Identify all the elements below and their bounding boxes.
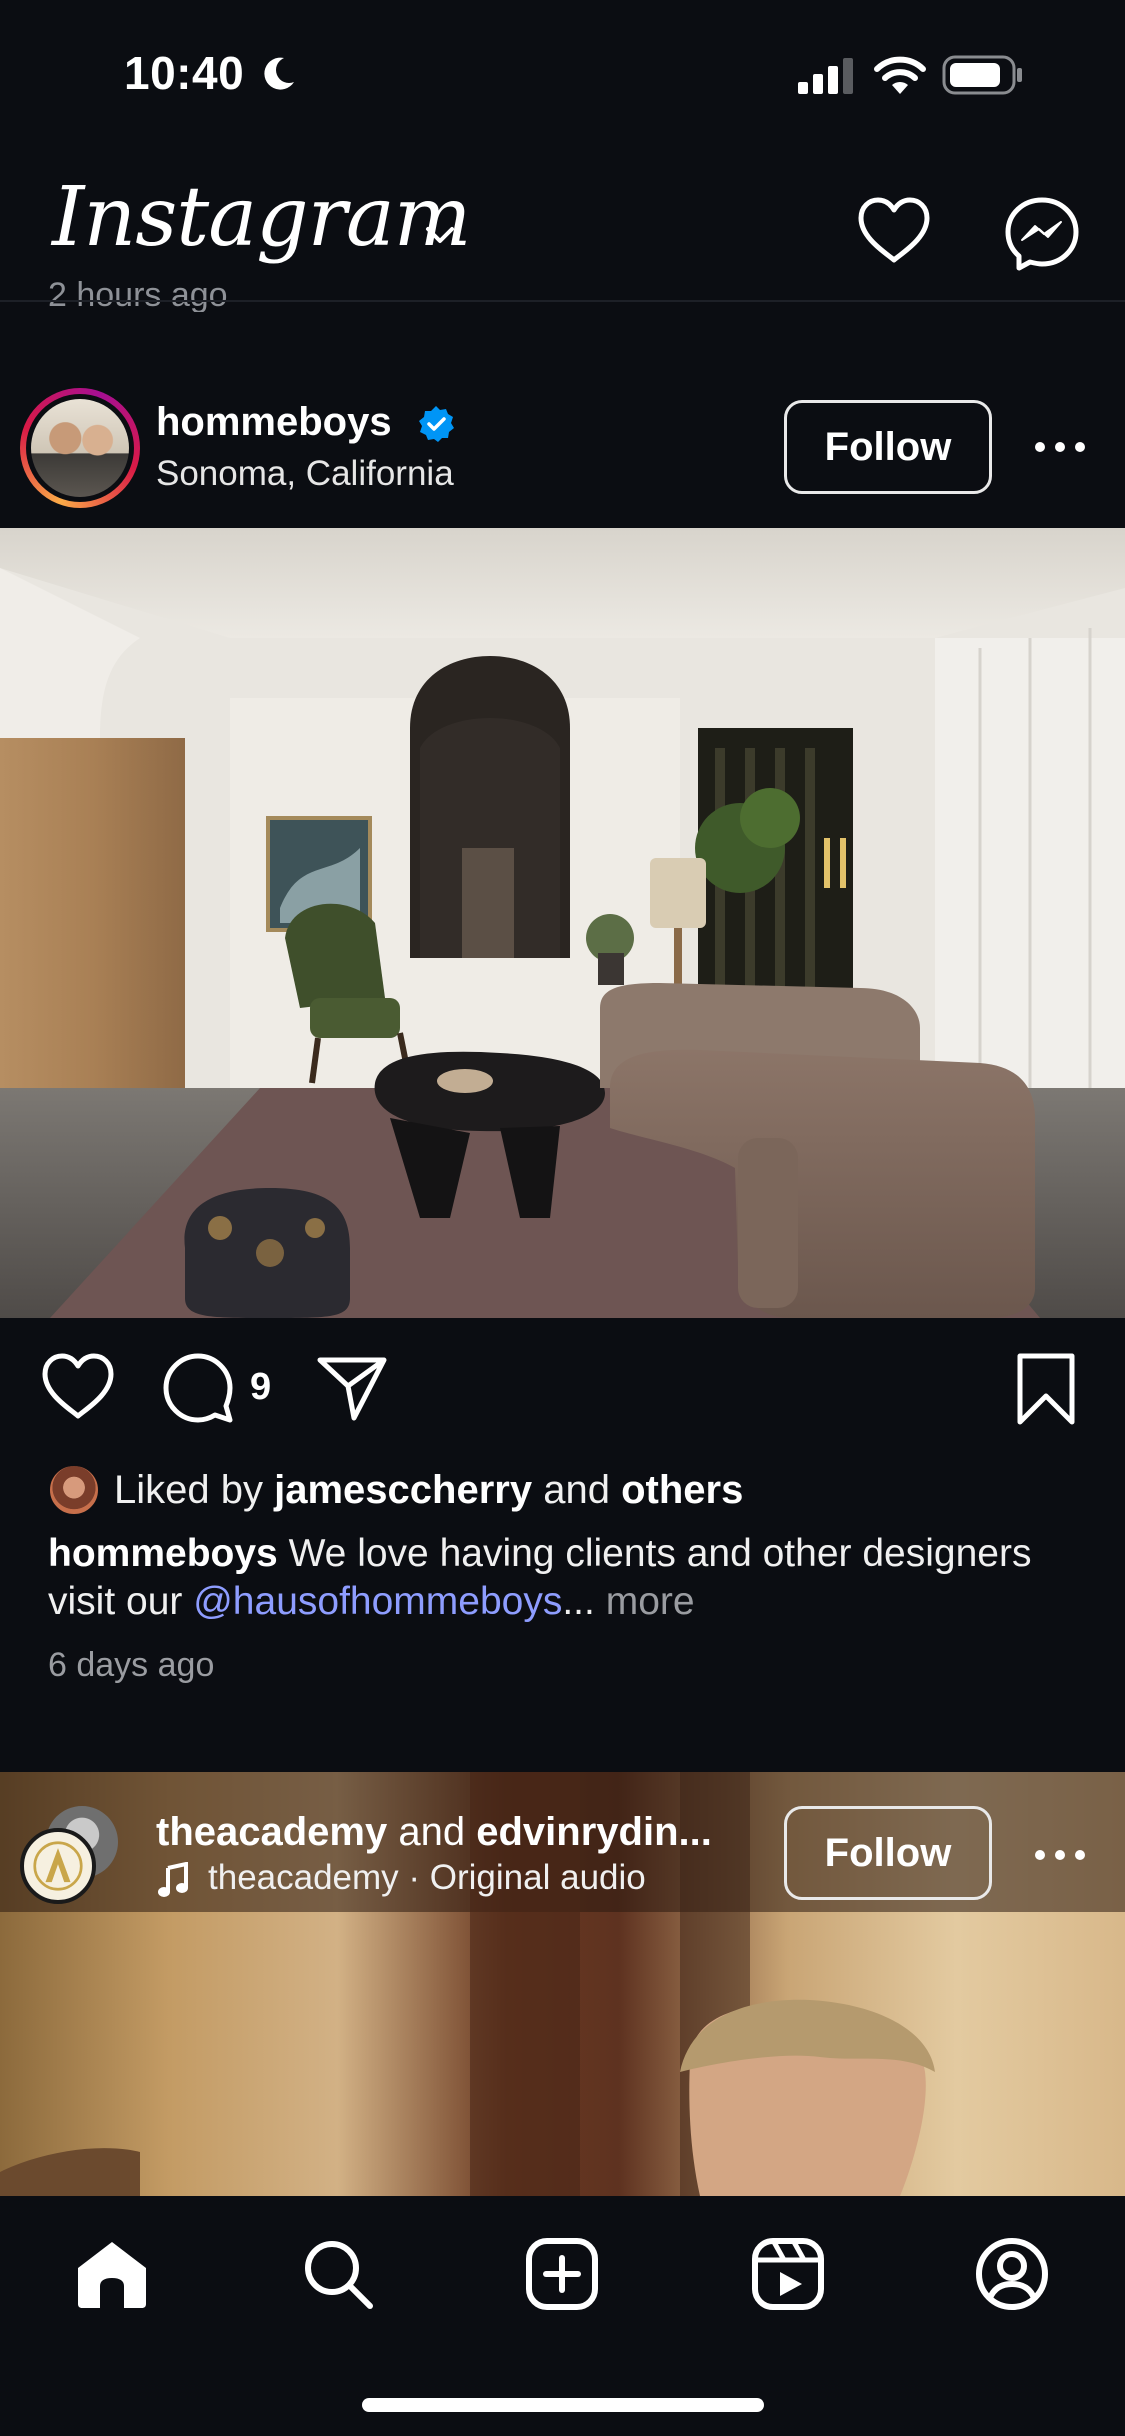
story-avatar-hommeboys[interactable] <box>20 388 140 508</box>
status-time: 10:40 <box>124 47 245 99</box>
caption-more-link[interactable]: more <box>606 1580 695 1623</box>
verified-badge-icon <box>419 406 454 442</box>
post-location[interactable]: Sonoma, California <box>156 454 454 494</box>
caption-mention-link[interactable]: @hausofhommeboys <box>193 1580 562 1623</box>
reel-authors[interactable]: theacademy and edvinrydin... <box>156 1810 712 1855</box>
previous-post-time: 2 hours ago <box>48 278 228 312</box>
instagram-logo[interactable]: Instagram <box>52 170 471 265</box>
post-image-living-room[interactable] <box>0 528 1125 1318</box>
search-icon[interactable] <box>300 2236 376 2312</box>
bookmark-icon[interactable] <box>1014 1352 1078 1426</box>
academy-logo-avatar[interactable] <box>20 1828 96 1904</box>
follow-button[interactable]: Follow <box>784 1806 992 1900</box>
notifications-heart-icon[interactable] <box>856 196 932 266</box>
header-divider <box>0 300 1125 302</box>
likes-prefix: Liked by <box>114 1468 263 1512</box>
original-audio-link[interactable]: theacademy · Original audio <box>208 1858 646 1898</box>
liker-username[interactable]: jamesccherry <box>274 1468 532 1512</box>
caption-username[interactable]: hommeboys <box>48 1532 278 1575</box>
reel-author-2[interactable]: edvinrydin... <box>476 1810 712 1854</box>
avatar <box>31 399 129 497</box>
chevron-down-icon[interactable] <box>420 215 460 255</box>
likes-summary[interactable]: Liked by jamesccherry and others <box>114 1468 743 1513</box>
post-timestamp: 6 days ago <box>48 1646 215 1684</box>
caption-ellipsis: ... <box>562 1580 595 1623</box>
moon-icon <box>264 57 294 90</box>
cellular-signal-icon <box>798 58 853 94</box>
comment-count[interactable]: 9 <box>250 1366 271 1409</box>
reels-icon[interactable] <box>750 2236 826 2312</box>
profile-icon[interactable] <box>974 2236 1050 2312</box>
liker-avatar[interactable] <box>48 1464 100 1516</box>
home-indicator[interactable] <box>362 2398 764 2412</box>
post-caption: hommeboys We love having clients and oth… <box>48 1530 1088 1626</box>
comment-icon[interactable] <box>162 1352 234 1424</box>
battery-icon <box>942 55 1022 95</box>
share-send-icon[interactable] <box>316 1352 388 1424</box>
likes-joiner: and <box>543 1468 610 1512</box>
post-username[interactable]: hommeboys <box>156 400 392 445</box>
wifi-icon <box>874 56 926 94</box>
more-options-icon[interactable] <box>1030 1840 1090 1870</box>
reel-author-1[interactable]: theacademy <box>156 1810 387 1854</box>
home-icon[interactable] <box>74 2236 150 2312</box>
like-heart-icon[interactable] <box>40 1352 116 1422</box>
music-note-icon <box>158 1862 188 1897</box>
reel-authors-joiner: and <box>398 1810 466 1854</box>
follow-button[interactable]: Follow <box>784 400 992 494</box>
create-post-icon[interactable] <box>524 2236 600 2312</box>
messenger-icon[interactable] <box>1004 196 1080 272</box>
more-options-icon[interactable] <box>1030 432 1090 462</box>
likes-others-link[interactable]: others <box>621 1468 743 1512</box>
